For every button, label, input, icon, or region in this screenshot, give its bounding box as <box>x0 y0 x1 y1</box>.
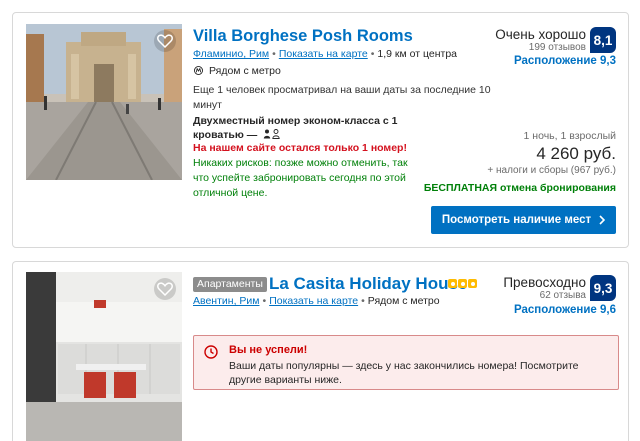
see-availability-label: Посмотреть наличие мест <box>441 214 592 226</box>
metro-text: Рядом с метро <box>209 65 281 77</box>
star-icon <box>448 279 457 288</box>
recent-viewers-text: Еще 1 человек просматривал на ваши даты … <box>193 84 491 111</box>
heart-icon <box>157 282 173 296</box>
property-card: Villa Borghese Posh Rooms Фламинио, Рим •… <box>12 12 629 248</box>
star-icon <box>468 279 477 288</box>
location-score: Расположение 9,6 <box>513 304 616 316</box>
clock-icon <box>204 345 218 359</box>
review-word[interactable]: Превосходно <box>503 275 586 290</box>
property-card: Апартаменты La Casita Holiday House Авен… <box>12 261 629 441</box>
location-score: Расположение 9,3 <box>513 55 616 67</box>
separator-dot: • <box>370 48 375 60</box>
review-count: 199 отзывов <box>528 42 586 53</box>
taxes-fees: + налоги и сборы (967 руб.) <box>487 165 616 176</box>
star-icon <box>458 279 467 288</box>
location-line: Авентин, Рим • Показать на карте • Рядом с м… <box>193 295 440 307</box>
room-type: Двухместный номер эконом-класса с 1 кров… <box>193 114 408 142</box>
sold-out-alert: Вы не успели! Ваши даты популярны — здес… <box>193 335 619 390</box>
separator-dot: • <box>361 295 365 307</box>
stay-details: 1 ночь, 1 взрослый <box>523 130 616 142</box>
property-name-link[interactable]: La Casita Holiday House <box>269 274 467 294</box>
review-score-badge[interactable]: 8,1 <box>590 27 616 53</box>
star-rating <box>448 279 477 288</box>
separator-dot: • <box>272 48 276 60</box>
review-word[interactable]: Очень хорошо <box>495 27 586 42</box>
district-link[interactable]: Фламинио, Рим <box>193 48 269 60</box>
alert-title: Вы не успели! <box>229 344 308 356</box>
show-on-map-link[interactable]: Показать на карте <box>269 295 358 307</box>
metro-icon <box>194 66 203 75</box>
metro-text: Рядом с метро <box>367 295 440 307</box>
location-line: Фламинио, Рим • Показать на карте • 1,9 км о… <box>193 48 457 60</box>
price: 4 260 руб. <box>536 144 616 163</box>
chevron-right-icon <box>599 215 606 225</box>
review-count: 62 отзыва <box>539 290 586 301</box>
distance-text: 1,9 км от центра <box>377 48 458 60</box>
see-availability-button[interactable]: Посмотреть наличие мест <box>431 206 616 234</box>
alert-text: Ваши даты популярны — здесь у нас законч… <box>229 360 579 386</box>
property-photo[interactable] <box>26 24 182 180</box>
no-risk-message: Никаких рисков: позже можно отменить, та… <box>193 157 408 199</box>
search-results: Villa Borghese Posh Rooms Фламинио, Рим •… <box>0 0 640 441</box>
save-favorite-button[interactable] <box>154 30 176 52</box>
property-photo[interactable] <box>26 272 182 441</box>
save-favorite-button[interactable] <box>154 278 176 300</box>
separator-dot: • <box>262 295 267 307</box>
person-icon <box>263 129 280 139</box>
free-cancellation: БЕСПЛАТНАЯ отмена бронирования <box>423 182 616 194</box>
review-score-badge[interactable]: 9,3 <box>590 275 616 301</box>
heart-icon <box>157 34 173 48</box>
district-link[interactable]: Авентин, Рим <box>193 295 260 307</box>
show-on-map-link[interactable]: Показать на карте <box>279 48 368 60</box>
property-name-link[interactable]: Villa Borghese Posh Rooms <box>193 27 413 46</box>
scarcity-message: На нашем сайте остался только 1 номер! <box>193 142 407 154</box>
room-type-label: Двухместный номер эконом-класса с 1 кров… <box>193 115 398 141</box>
property-type-badge: Апартаменты <box>193 277 267 292</box>
